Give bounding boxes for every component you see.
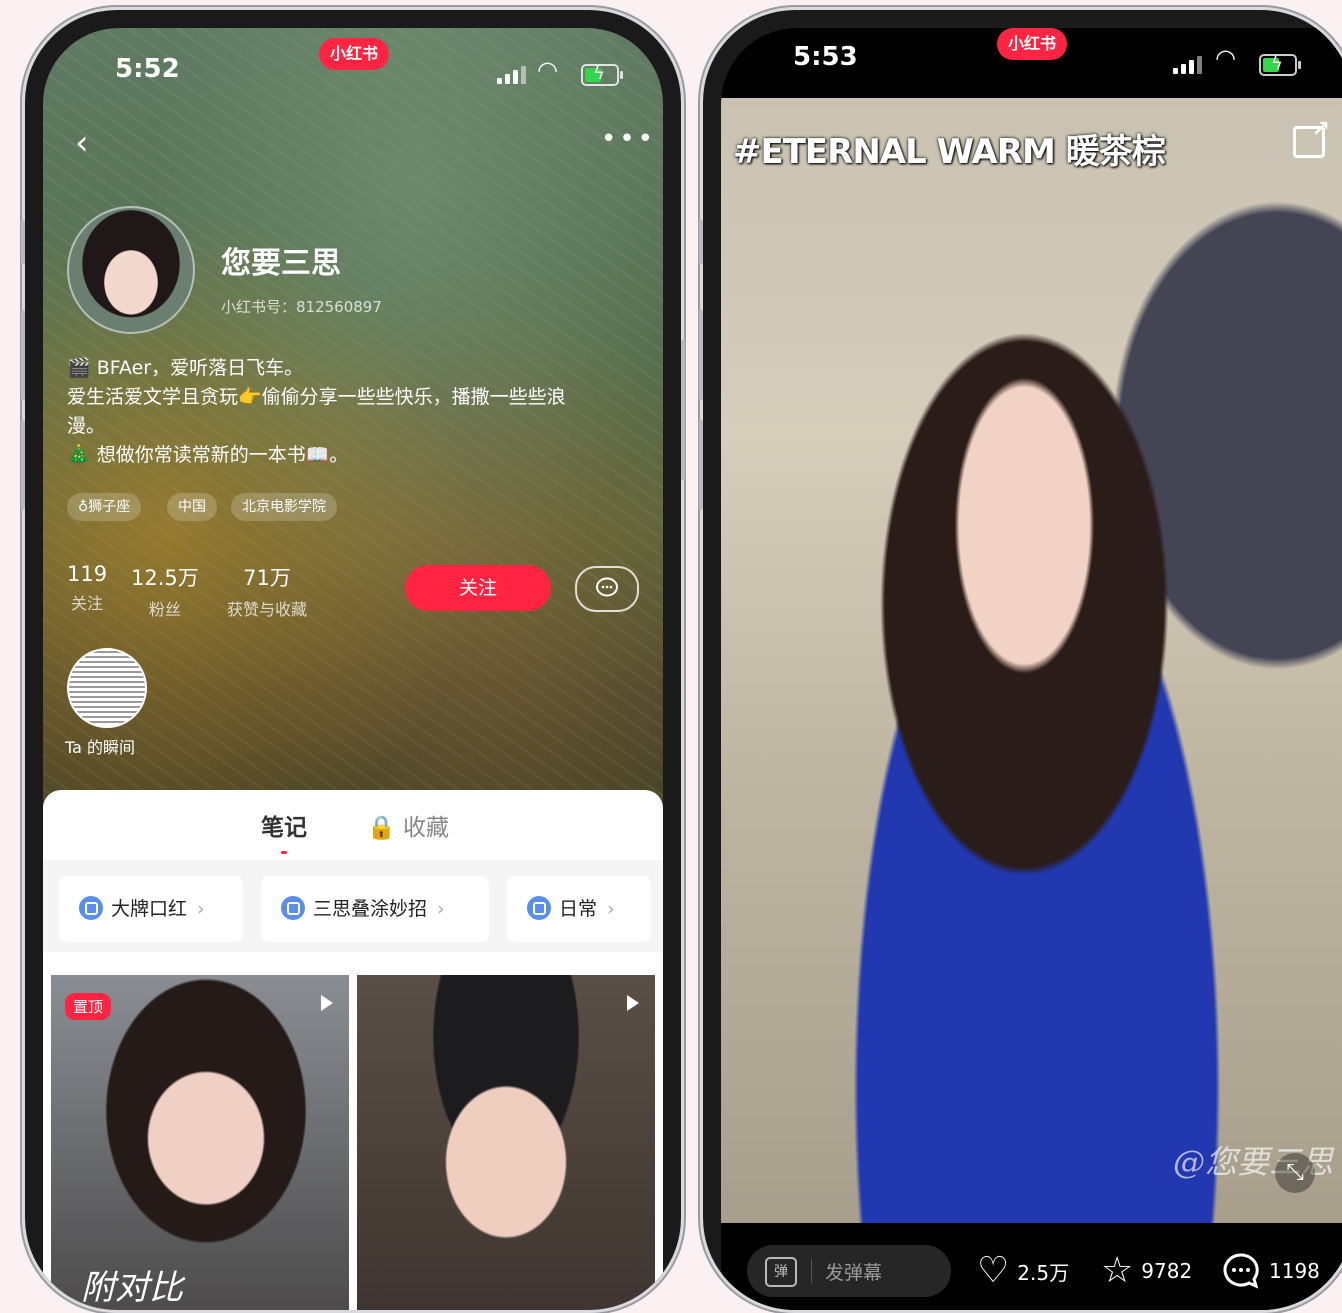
battery-icon: ϟ bbox=[1259, 53, 1301, 76]
collection-chip[interactable]: 三思叠涂妙招 › bbox=[261, 876, 489, 942]
signal-icon bbox=[1173, 56, 1202, 74]
collection-label: 三思叠涂妙招 bbox=[313, 898, 428, 920]
battery-icon: ϟ bbox=[581, 63, 623, 86]
signal-icon bbox=[497, 66, 526, 84]
phone-side-button bbox=[699, 310, 703, 400]
like-count: 2.5万 bbox=[1017, 1260, 1070, 1285]
bio: 🎬 BFAer，爱听落日飞车。 爱生活爱文学且贪玩👉偷偷分享一些些快乐，播撒一些… bbox=[67, 354, 647, 470]
collection-label: 大牌口红 bbox=[111, 898, 188, 920]
bio-line: 爱生活爱文学且贪玩👉偷偷分享一些些快乐，播撒一些些浪 bbox=[67, 386, 566, 408]
phone-right: 5:53 小红书 ◠ ϟ #ETERNAL WARM 暖茶棕 @您要三思 ⤡ 弹… bbox=[703, 10, 1342, 1310]
bio-line: 🎄 想做你常读常新的一本书📖。 bbox=[67, 444, 349, 466]
status-time: 5:52 bbox=[115, 54, 180, 84]
app-badge: 小红书 bbox=[997, 28, 1067, 60]
follow-button[interactable]: 关注 bbox=[405, 565, 551, 611]
phone-side-button bbox=[21, 310, 25, 400]
danmu-input[interactable]: 弹 发弹幕 bbox=[747, 1245, 951, 1297]
tab-notes[interactable]: 笔记 bbox=[261, 808, 307, 854]
chevron-right-icon: › bbox=[437, 898, 445, 920]
video-action-bar: 弹 发弹幕 ♡ 2.5万 ☆ 9782 1198 bbox=[721, 1223, 1342, 1310]
tab-favorites[interactable]: 🔒 收藏 bbox=[367, 808, 449, 842]
collection-chip[interactable]: 日常 › bbox=[507, 876, 651, 942]
moment-label: Ta 的瞬间 bbox=[65, 738, 136, 757]
chat-icon bbox=[596, 577, 618, 597]
phone-side-button bbox=[699, 420, 703, 510]
comment-icon bbox=[1223, 1253, 1259, 1289]
post-card[interactable] bbox=[357, 975, 655, 1310]
stat-number: 12.5万 bbox=[131, 566, 199, 590]
danmu-toggle-icon[interactable]: 弹 bbox=[765, 1257, 797, 1287]
collection-chip[interactable]: 大牌口红 › bbox=[59, 876, 243, 942]
play-icon bbox=[627, 995, 639, 1011]
stat-followers[interactable]: 12.5万 粉丝 bbox=[131, 562, 199, 620]
comment-button[interactable]: 1198 bbox=[1221, 1249, 1320, 1293]
phone-side-button bbox=[21, 420, 25, 510]
wifi-icon: ◠ bbox=[537, 56, 558, 84]
status-bar: 5:53 小红书 ◠ ϟ bbox=[721, 28, 1342, 108]
avatar[interactable] bbox=[67, 206, 195, 334]
stat-label: 粉丝 bbox=[148, 600, 181, 619]
stat-number: 71万 bbox=[243, 566, 291, 590]
stat-number: 119 bbox=[67, 562, 108, 586]
message-button[interactable] bbox=[575, 566, 639, 612]
chevron-right-icon: › bbox=[197, 898, 205, 920]
phone-left: 5:52 小红书 ◠ ϟ ‹ ••• 您要三思 小红书号：812560897 🎬… bbox=[25, 10, 681, 1310]
status-bar: 5:52 小红书 ◠ ϟ bbox=[43, 28, 663, 108]
tag-zodiac: ♁狮子座 bbox=[67, 493, 142, 521]
video-player[interactable]: #ETERNAL WARM 暖茶棕 @您要三思 ⤡ bbox=[721, 98, 1342, 1223]
play-icon bbox=[321, 995, 333, 1011]
collection-icon bbox=[281, 895, 305, 920]
heart-icon: ♡ bbox=[977, 1250, 1010, 1291]
star-icon: ☆ bbox=[1101, 1250, 1134, 1291]
more-icon[interactable]: ••• bbox=[601, 126, 656, 152]
app-badge: 小红书 bbox=[319, 38, 389, 70]
comment-count: 1198 bbox=[1269, 1259, 1320, 1283]
like-button[interactable]: ♡ 2.5万 bbox=[977, 1249, 1069, 1293]
bio-line: 漫。 bbox=[67, 415, 106, 437]
divider bbox=[811, 1259, 812, 1283]
red-id: 小红书号：812560897 bbox=[221, 298, 382, 316]
post-overlay-text: 附对比 bbox=[81, 1268, 183, 1308]
moment-thumbnail[interactable] bbox=[67, 648, 147, 728]
collect-count: 9782 bbox=[1141, 1259, 1193, 1283]
post-card[interactable]: 置顶 附对比 bbox=[51, 975, 349, 1310]
video-screen: 5:53 小红书 ◠ ϟ #ETERNAL WARM 暖茶棕 @您要三思 ⤡ 弹… bbox=[721, 28, 1342, 1310]
video-hashtag[interactable]: #ETERNAL WARM 暖茶棕 bbox=[733, 124, 1166, 173]
tag-school: 北京电影学院 bbox=[231, 493, 337, 521]
stat-label: 关注 bbox=[71, 594, 104, 613]
stat-label: 获赞与收藏 bbox=[227, 600, 308, 619]
collection-icon bbox=[79, 895, 103, 920]
danmu-placeholder: 发弹幕 bbox=[825, 1262, 883, 1284]
stat-likes[interactable]: 71万 获赞与收藏 bbox=[227, 562, 307, 620]
collect-button[interactable]: ☆ 9782 bbox=[1101, 1249, 1192, 1293]
collection-label: 日常 bbox=[559, 898, 598, 920]
bio-line: 🎬 BFAer，爱听落日飞车。 bbox=[67, 357, 304, 379]
fullscreen-icon[interactable]: ⤡ bbox=[1275, 1153, 1315, 1193]
stat-following[interactable]: 119 关注 bbox=[67, 562, 107, 614]
share-icon[interactable] bbox=[1293, 117, 1330, 158]
phone-side-button bbox=[699, 220, 703, 264]
profile-screen: 5:52 小红书 ◠ ϟ ‹ ••• 您要三思 小红书号：812560897 🎬… bbox=[43, 28, 663, 1310]
collection-icon bbox=[527, 895, 551, 920]
content-sheet: 笔记 🔒 收藏 大牌口红 › 三思叠涂妙招 › 日常 › 置顶 附对比 bbox=[43, 790, 663, 1310]
phone-side-button bbox=[681, 340, 685, 480]
pinned-badge: 置顶 bbox=[65, 993, 112, 1020]
tag-region: 中国 bbox=[167, 493, 217, 521]
back-icon[interactable]: ‹ bbox=[75, 126, 89, 160]
profile-name: 您要三思 bbox=[221, 246, 341, 281]
status-time: 5:53 bbox=[793, 42, 858, 72]
collections-row: 大牌口红 › 三思叠涂妙招 › 日常 › bbox=[43, 860, 663, 952]
wifi-icon: ◠ bbox=[1215, 44, 1236, 72]
phone-side-button bbox=[21, 220, 25, 264]
chevron-right-icon: › bbox=[607, 898, 615, 920]
